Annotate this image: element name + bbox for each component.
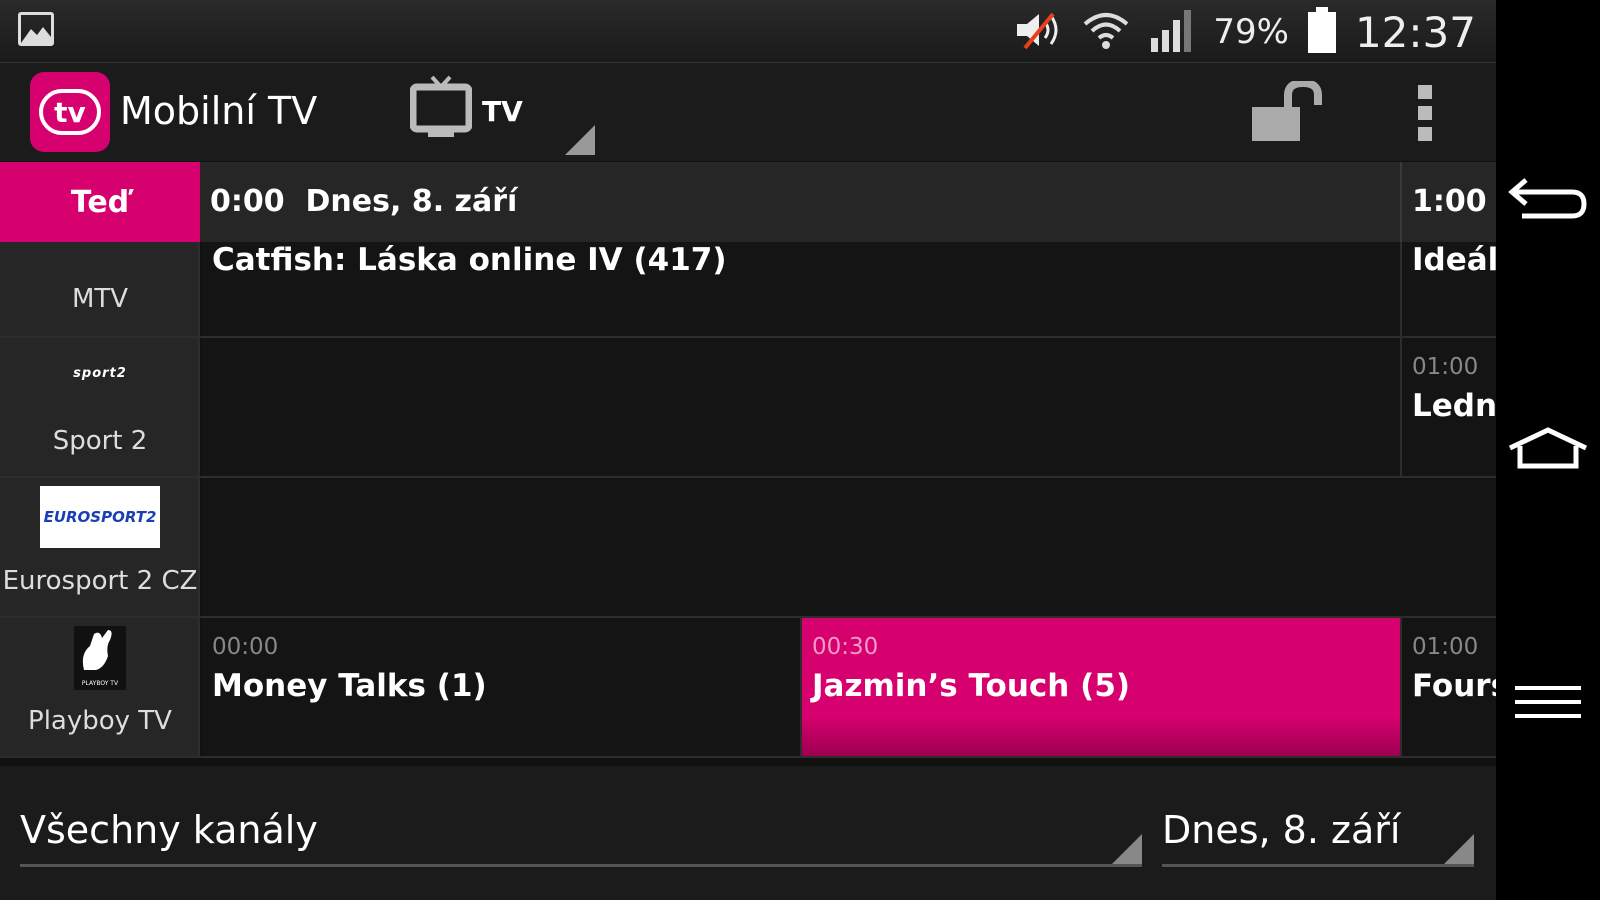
program-cell-current[interactable]: 00:30 Jazmin’s Touch (5) bbox=[802, 618, 1402, 756]
battery-percent: 79% bbox=[1213, 12, 1289, 52]
program-title: Money Talks (1) bbox=[212, 668, 487, 704]
battery-icon bbox=[1307, 7, 1337, 57]
app-logo-text: tv bbox=[39, 89, 101, 135]
clock: 12:37 bbox=[1354, 7, 1476, 57]
overflow-menu-icon[interactable] bbox=[1418, 85, 1432, 141]
app-logo[interactable]: tv bbox=[30, 72, 110, 152]
channel-cell[interactable]: MTV bbox=[0, 242, 200, 336]
channel-row: sport2 Sport 2 01:00 Lední bbox=[0, 338, 1496, 478]
program-cell[interactable]: Ideáln bbox=[1402, 242, 1496, 336]
mute-icon bbox=[1015, 10, 1063, 54]
program-cell[interactable] bbox=[202, 338, 1402, 476]
wifi-icon bbox=[1081, 10, 1131, 54]
channel-name: MTV bbox=[71, 284, 129, 314]
app-title: Mobilní TV bbox=[120, 89, 318, 133]
dropdown-corner-icon bbox=[1444, 834, 1474, 864]
app-screen: 79% 12:37 tv Mobilní TV TV Teď 0:00 Dnes… bbox=[0, 0, 1496, 900]
source-selector[interactable]: TV bbox=[409, 71, 595, 155]
source-label: TV bbox=[482, 95, 523, 128]
channel-cell[interactable]: PLAYBOY TV Playboy TV bbox=[0, 618, 200, 756]
timeline-divider bbox=[1400, 162, 1402, 242]
channel-name: Sport 2 bbox=[52, 426, 148, 456]
channel-logo: PLAYBOY TV bbox=[74, 626, 126, 690]
program-title: Ideáln bbox=[1412, 242, 1496, 278]
channel-filter-dropdown[interactable]: Všechny kanály bbox=[20, 806, 1142, 867]
program-cell[interactable] bbox=[202, 478, 1496, 616]
channel-name: Eurosport 2 CZ bbox=[2, 566, 198, 596]
recent-menu-icon[interactable] bbox=[1506, 672, 1590, 732]
program-cell[interactable]: Catfish: Láska online IV (417) bbox=[202, 242, 1402, 336]
channel-row: PLAYBOY TV Playboy TV 00:00 Money Talks … bbox=[0, 618, 1496, 758]
program-title: Lední bbox=[1412, 388, 1496, 424]
channel-name: Playboy TV bbox=[28, 706, 172, 736]
dropdown-corner-icon bbox=[1112, 834, 1142, 864]
channel-row: MTV Catfish: Láska online IV (417) Ideál… bbox=[0, 242, 1496, 338]
program-title: Fours bbox=[1412, 668, 1496, 704]
unlock-icon[interactable] bbox=[1250, 78, 1326, 147]
dropdown-corner-icon bbox=[565, 125, 595, 155]
channel-cell[interactable]: sport2 Sport 2 bbox=[0, 338, 200, 476]
program-cell[interactable]: 00:00 Money Talks (1) bbox=[202, 618, 802, 756]
channel-logo: EUROSPORT2 bbox=[40, 486, 160, 548]
tv-icon bbox=[409, 75, 473, 143]
now-button[interactable]: Teď bbox=[0, 162, 200, 242]
program-cell[interactable]: 01:00 Fours bbox=[1402, 618, 1496, 756]
program-title: Catfish: Láska online IV (417) bbox=[212, 242, 727, 278]
program-time: 01:00 bbox=[1412, 354, 1479, 380]
signal-icon bbox=[1149, 8, 1195, 56]
timeline-bar: Teď 0:00 Dnes, 8. září 1:00 bbox=[0, 162, 1496, 242]
timeline-next: 1:00 bbox=[1412, 184, 1487, 219]
action-bar: tv Mobilní TV TV bbox=[0, 63, 1496, 161]
date-filter-dropdown[interactable]: Dnes, 8. září bbox=[1162, 806, 1474, 867]
status-bar: 79% 12:37 bbox=[0, 0, 1496, 63]
image-icon bbox=[18, 12, 54, 46]
channel-filter-value: Všechny kanály bbox=[20, 808, 318, 852]
channel-cell[interactable]: EUROSPORT2 Eurosport 2 CZ bbox=[0, 478, 200, 616]
filter-bar: Všechny kanály Dnes, 8. září bbox=[0, 766, 1496, 900]
home-icon[interactable] bbox=[1506, 418, 1590, 478]
channel-row: EUROSPORT2 Eurosport 2 CZ bbox=[0, 478, 1496, 618]
program-title: Jazmin’s Touch (5) bbox=[812, 668, 1131, 704]
back-icon[interactable] bbox=[1506, 168, 1590, 228]
channel-logo: sport2 bbox=[73, 366, 127, 381]
program-time: 00:00 bbox=[212, 634, 279, 660]
date-filter-value: Dnes, 8. září bbox=[1162, 808, 1401, 852]
program-cell[interactable]: 01:00 Lední bbox=[1402, 338, 1496, 476]
status-indicators: 79% 12:37 bbox=[1015, 6, 1476, 58]
program-time: 00:30 bbox=[812, 634, 879, 660]
system-nav-bar bbox=[1496, 0, 1600, 900]
timeline-start: 0:00 Dnes, 8. září bbox=[210, 184, 518, 219]
program-time: 01:00 bbox=[1412, 634, 1479, 660]
